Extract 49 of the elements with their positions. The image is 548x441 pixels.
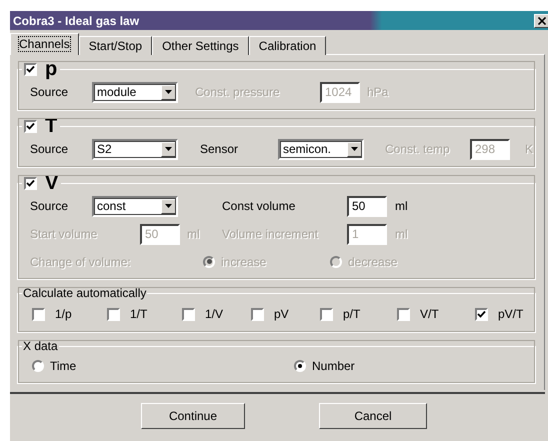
checkbox[interactable]: [320, 308, 333, 320]
checkbox-label: 1/p: [55, 307, 72, 321]
dropdown[interactable]: S2: [92, 138, 178, 160]
dropdown[interactable]: semicon.: [278, 138, 364, 160]
window-title: Cobra3 - Ideal gas law: [13, 14, 140, 28]
field-label: Sensor: [200, 142, 240, 156]
checkbox[interactable]: [182, 308, 195, 320]
channel-symbol: V: [45, 174, 58, 192]
field-label: ml: [395, 199, 409, 213]
checkbox[interactable]: [32, 308, 45, 320]
dropdown[interactable]: module: [92, 82, 178, 102]
field-label: Source: [30, 199, 70, 213]
checkbox[interactable]: [251, 308, 264, 320]
tab[interactable]: Other Settings: [152, 36, 249, 55]
caret-icon: [165, 147, 172, 151]
tab[interactable]: Calibration: [248, 36, 326, 55]
input-field[interactable]: 50: [347, 196, 387, 216]
field-label: Source: [30, 85, 70, 99]
field-label: Source: [30, 142, 70, 156]
tab[interactable]: Start/Stop: [78, 36, 152, 55]
group-title: X data: [22, 339, 59, 353]
dropdown[interactable]: const: [92, 196, 178, 216]
checkbox[interactable]: [24, 62, 37, 76]
checkbox-label: 1/T: [130, 307, 148, 321]
radio-button[interactable]: [294, 360, 306, 372]
caret-icon: [351, 147, 358, 151]
close-icon: [538, 16, 546, 24]
group-title: Calculate automatically: [22, 286, 148, 300]
checkbox-label: p/T: [343, 307, 360, 321]
dialog-button[interactable]: Continue: [141, 403, 245, 429]
caret-icon: [165, 90, 172, 94]
checkbox[interactable]: [475, 308, 488, 320]
caret-icon: [165, 204, 172, 208]
close-button[interactable]: [534, 14, 548, 28]
checkbox-label: pV: [274, 307, 289, 321]
checkbox[interactable]: [24, 120, 37, 132]
tab[interactable]: Channels: [10, 33, 79, 55]
radio-label: Number: [312, 359, 355, 373]
radio-button[interactable]: [32, 360, 44, 372]
checkbox-label: V/T: [420, 307, 439, 321]
radio-label: Time: [50, 359, 76, 373]
dialog-button[interactable]: Cancel: [319, 403, 427, 429]
checkbox-label: pV/T: [498, 307, 524, 321]
checkbox[interactable]: [107, 308, 120, 320]
channel-symbol: p: [45, 60, 58, 78]
checkbox[interactable]: [24, 176, 37, 190]
checkbox[interactable]: [397, 308, 410, 320]
checkbox-label: 1/V: [205, 307, 224, 321]
field-label: Const volume: [222, 199, 296, 213]
